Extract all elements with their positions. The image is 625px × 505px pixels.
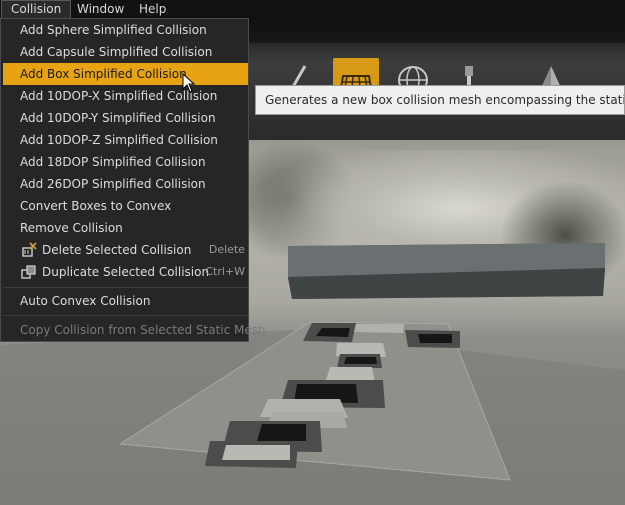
- menu-item-label: Add Box Simplified Collision: [20, 67, 187, 81]
- shortcut-label: Delete: [208, 243, 245, 256]
- menu-item-remove-collision[interactable]: Remove Collision: [3, 217, 248, 239]
- menu-item-label: Add 10DOP-Y Simplified Collision: [20, 111, 216, 125]
- menu-item-label: Remove Collision: [20, 221, 123, 235]
- duplicate-collision-icon: [21, 264, 37, 280]
- menu-item-duplicate-selected-collision[interactable]: Duplicate Selected Collision Ctrl+W: [3, 261, 248, 283]
- menu-item-label: Delete Selected Collision: [42, 243, 192, 257]
- menu-item-add-capsule-collision[interactable]: Add Capsule Simplified Collision: [3, 41, 248, 63]
- menu-separator: [3, 315, 248, 316]
- menu-item-auto-convex-collision[interactable]: Auto Convex Collision: [3, 290, 248, 312]
- collision-dropdown-menu: Add Sphere Simplified Collision Add Caps…: [0, 18, 266, 342]
- menu-item-convert-boxes-to-convex[interactable]: Convert Boxes to Convex: [3, 195, 248, 217]
- menu-item-label: Add 10DOP-Z Simplified Collision: [20, 133, 218, 147]
- menu-item-add-18dop-collision[interactable]: Add 18DOP Simplified Collision: [3, 151, 248, 173]
- menu-item-label: Copy Collision from Selected Static Mesh: [20, 323, 266, 337]
- menu-item-label: Duplicate Selected Collision: [42, 265, 210, 279]
- menu-help[interactable]: Help: [130, 0, 175, 18]
- menu-item-copy-collision-from-static-mesh: Copy Collision from Selected Static Mesh: [3, 319, 266, 341]
- menu-window[interactable]: Window: [68, 0, 133, 18]
- menu-item-add-10dop-y-collision[interactable]: Add 10DOP-Y Simplified Collision: [3, 107, 248, 129]
- menu-item-label: Auto Convex Collision: [20, 294, 151, 308]
- menu-bar: Collision Window Help: [0, 0, 625, 18]
- menu-collision[interactable]: Collision: [1, 0, 72, 18]
- menu-item-label: Convert Boxes to Convex: [20, 199, 172, 213]
- shortcut-label: Ctrl+W: [205, 265, 245, 278]
- menu-item-label: Add 26DOP Simplified Collision: [20, 177, 206, 191]
- tooltip: Generates a new box collision mesh encom…: [255, 85, 625, 115]
- menu-item-add-10dop-x-collision[interactable]: Add 10DOP-X Simplified Collision: [3, 85, 248, 107]
- menu-item-delete-selected-collision[interactable]: Delete Selected Collision Delete: [3, 239, 248, 261]
- delete-collision-icon: [21, 242, 37, 258]
- menu-item-label: Add 18DOP Simplified Collision: [20, 155, 206, 169]
- menu-item-label: Add Sphere Simplified Collision: [20, 23, 207, 37]
- menu-item-add-sphere-collision[interactable]: Add Sphere Simplified Collision: [3, 19, 248, 41]
- menu-item-add-10dop-z-collision[interactable]: Add 10DOP-Z Simplified Collision: [3, 129, 248, 151]
- menu-item-add-box-collision[interactable]: Add Box Simplified Collision: [3, 63, 248, 85]
- menu-item-label: Add Capsule Simplified Collision: [20, 45, 213, 59]
- menu-separator: [3, 287, 248, 288]
- menu-item-add-26dop-collision[interactable]: Add 26DOP Simplified Collision: [3, 173, 248, 195]
- mouse-cursor-icon: [182, 73, 196, 93]
